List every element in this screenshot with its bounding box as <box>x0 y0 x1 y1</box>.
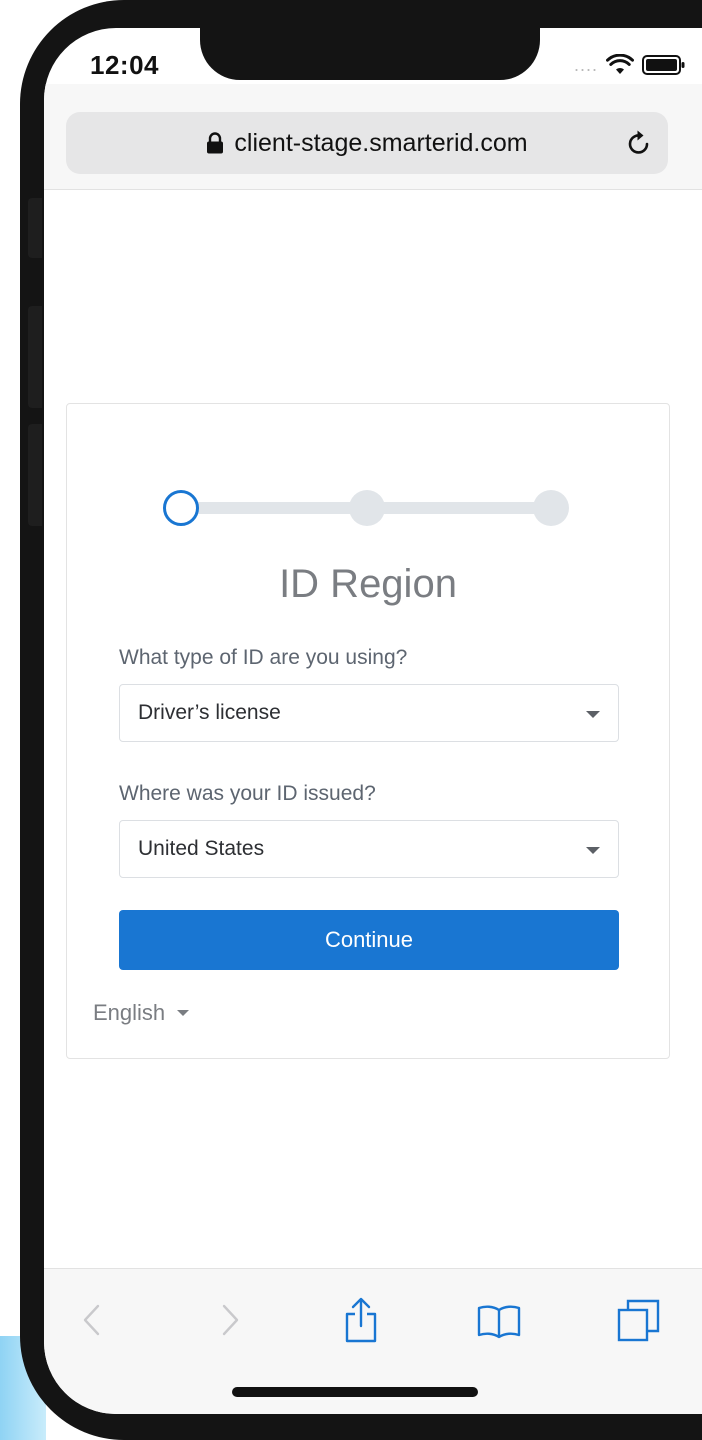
issued-country-select[interactable]: United States <box>119 820 619 878</box>
phone-volume-down-button <box>28 424 42 526</box>
chevron-down-icon <box>586 711 600 718</box>
browser-bottom-toolbar <box>44 1268 702 1414</box>
step-1-indicator <box>163 490 199 526</box>
lock-icon <box>207 132 224 154</box>
phone-screen: 12:04 .... client-stage.smarterid.com ID… <box>44 28 702 1414</box>
status-time: 12:04 <box>90 50 159 80</box>
status-indicators: .... <box>574 54 686 76</box>
notch <box>200 28 540 80</box>
back-icon[interactable] <box>68 1295 118 1345</box>
tabs-icon[interactable] <box>614 1295 664 1345</box>
share-icon[interactable] <box>336 1295 386 1345</box>
address-bar[interactable]: client-stage.smarterid.com <box>66 112 668 174</box>
id-region-card: ID Region What type of ID are you using?… <box>66 403 670 1059</box>
browser-top-bar: client-stage.smarterid.com <box>44 84 702 190</box>
id-type-label: What type of ID are you using? <box>119 646 408 669</box>
bookmarks-icon[interactable] <box>474 1295 524 1345</box>
page-title: ID Region <box>279 562 457 606</box>
id-type-value: Driver’s license <box>138 701 281 724</box>
chevron-down-icon <box>177 1010 190 1016</box>
issued-country-value: United States <box>138 837 265 860</box>
forward-icon[interactable] <box>204 1295 254 1345</box>
canvas: 12:04 .... client-stage.smarterid.com ID… <box>0 0 702 1440</box>
chevron-down-icon <box>586 847 600 854</box>
home-indicator[interactable] <box>232 1387 478 1397</box>
step-3-indicator <box>533 490 569 526</box>
battery-icon <box>642 55 685 75</box>
wifi-icon <box>606 54 634 74</box>
progress-stepper <box>163 488 573 528</box>
phone-volume-up-button <box>28 306 42 408</box>
address-url: client-stage.smarterid.com <box>234 128 528 157</box>
language-value: English <box>93 1000 166 1025</box>
issued-label: Where was your ID issued? <box>119 782 376 805</box>
language-selector[interactable]: English <box>93 1000 190 1026</box>
phone-mute-switch <box>28 198 42 258</box>
id-type-select[interactable]: Driver’s license <box>119 684 619 742</box>
step-2-indicator <box>349 490 385 526</box>
cellular-signal-icon: .... <box>573 55 598 75</box>
reload-icon[interactable] <box>622 126 656 160</box>
continue-button[interactable]: Continue <box>119 910 619 970</box>
